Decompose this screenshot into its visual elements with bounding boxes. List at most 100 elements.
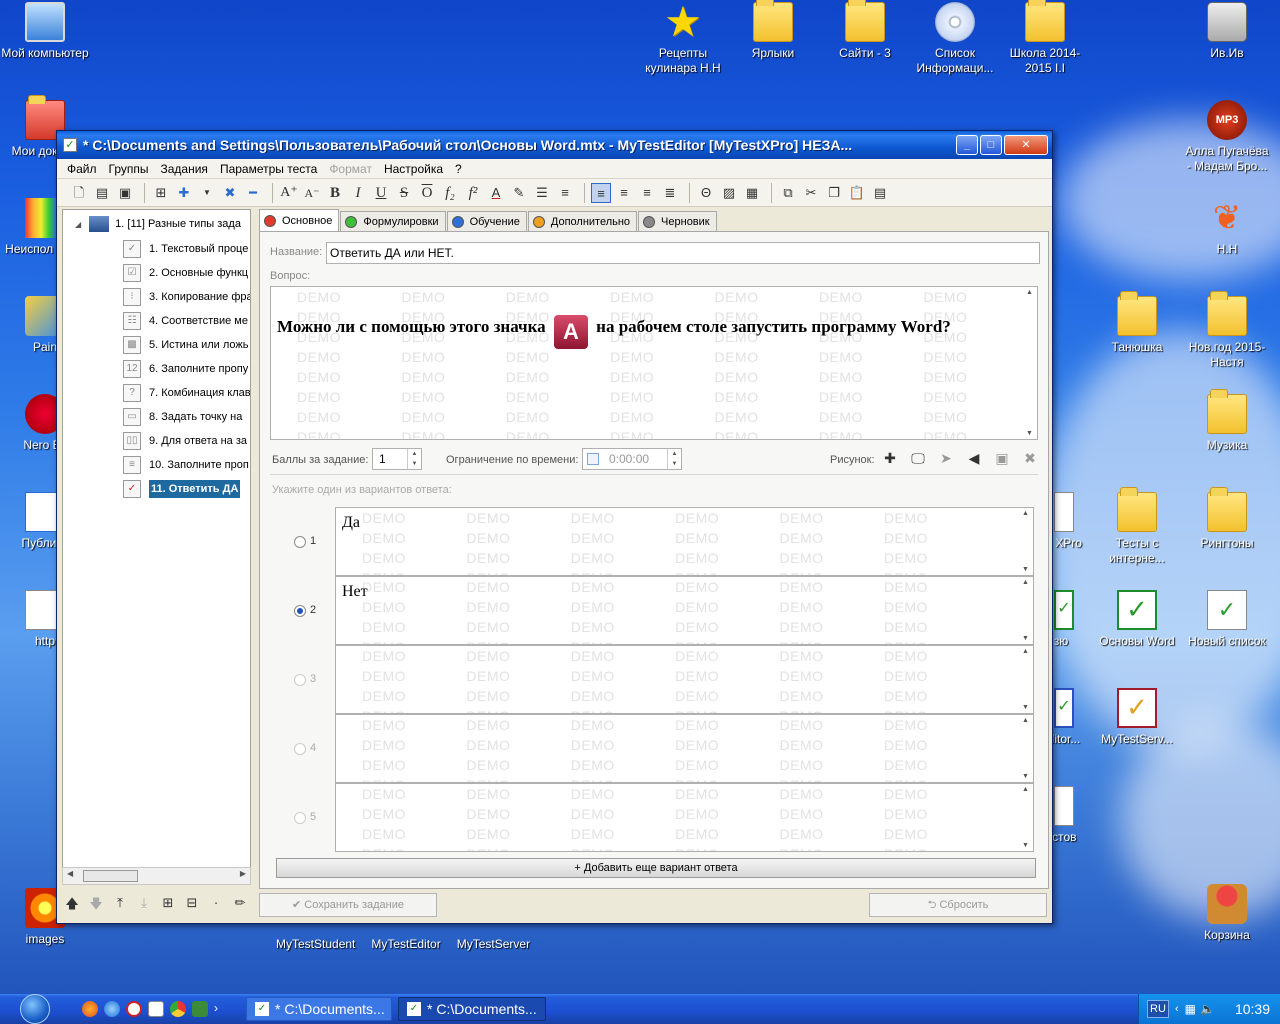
task-tree[interactable]: ◢ 1. [11] Разные типы зада ✓ 1. Текстовый… <box>62 209 251 885</box>
shortcut-mytest-student[interactable]: MyTestStudent <box>276 937 355 951</box>
italic-icon[interactable]: I <box>348 183 368 203</box>
font-increase-icon[interactable]: A⁺ <box>279 183 299 203</box>
tab-additional[interactable]: Дополнительно <box>527 211 638 231</box>
paste-special-icon[interactable]: ▤ <box>870 183 890 203</box>
language-indicator[interactable]: RU <box>1147 1000 1169 1018</box>
bold-icon[interactable]: B <box>325 183 345 203</box>
move-down-icon[interactable]: 🡇 <box>86 895 106 913</box>
tree-item-selected[interactable]: ✓ 11. Ответить ДА <box>123 478 241 500</box>
tree-item[interactable]: ✓ 1. Текстовый проце <box>123 238 248 260</box>
tree-horizontal-scrollbar[interactable]: ◀ ▶ <box>62 867 251 885</box>
expand-all-icon[interactable]: ⊞ <box>158 895 178 913</box>
shortcut-mytest-editor[interactable]: MyTestEditor <box>371 937 440 951</box>
time-limit-spinner[interactable]: 0:00:00 ▲ ▼ <box>582 448 682 470</box>
desktop-icon-recipes[interactable]: ★ Рецепты кулинара Н.Н <box>638 1 728 76</box>
tab-draft[interactable]: Черновик <box>638 211 717 231</box>
save-task-button[interactable]: ✔ Сохранить задание <box>259 893 437 917</box>
desktop-icon-iv[interactable]: Ив.Ив <box>1182 2 1272 61</box>
screen-picture-icon[interactable]: 🖵 <box>908 450 928 467</box>
menu-settings[interactable]: Настройка <box>378 162 449 176</box>
desktop-icon-music[interactable]: Музика <box>1182 389 1272 453</box>
desktop-icon-mytestserver[interactable]: ✓ MyTestServ... <box>1092 688 1182 747</box>
question-editor[interactable]: DEMO DEMO DEMO DEMO DEMO DEMO DEMO DEMO … <box>270 286 1038 440</box>
desktop-icon-ringtones[interactable]: Рингтоны <box>1182 487 1272 551</box>
menu-tasks[interactable]: Задания <box>155 162 214 176</box>
pencil-icon[interactable]: ✏ <box>230 895 250 913</box>
add-group-icon[interactable]: ⊞ <box>151 183 171 203</box>
desktop-icon-new-year[interactable]: Нов.год 2015-Настя <box>1182 291 1272 370</box>
collapse-all-icon[interactable]: ⊟ <box>182 895 202 913</box>
dropdown-arrow-icon[interactable]: ▼ <box>197 183 217 203</box>
tree-item[interactable]: ▭ 8. Задать точку на <box>123 406 242 428</box>
answer-radio[interactable] <box>294 812 306 824</box>
answer-radio-selected[interactable] <box>294 605 306 617</box>
tree-item[interactable]: 12 6. Заполните пропу <box>123 358 248 380</box>
tree-item[interactable]: ☷ 4. Соответствие ме <box>123 310 248 332</box>
tree-item[interactable]: ☑ 2. Основные функц <box>123 262 248 284</box>
symbol-icon[interactable]: Θ <box>696 183 716 203</box>
answer-editor[interactable]: DEMO DEMO DEMO DEMO DEMO DEMO DEMO DEMO … <box>335 576 1034 645</box>
answer-radio[interactable] <box>294 743 306 755</box>
task-name-input[interactable]: Ответить ДА или НЕТ. <box>326 242 1040 264</box>
opera-icon[interactable] <box>126 1001 142 1017</box>
ie-icon[interactable] <box>104 1001 120 1017</box>
move-up-icon[interactable]: 🡅 <box>62 895 82 913</box>
answer-scrollbar[interactable] <box>1019 577 1033 644</box>
delete-icon[interactable]: ✖ <box>220 183 240 203</box>
menu-help[interactable]: ? <box>449 162 468 176</box>
shortcut-mytest-server[interactable]: MyTestServer <box>457 937 530 951</box>
picture-forward-icon[interactable]: ➤ <box>936 450 956 467</box>
strikethrough-icon[interactable]: S <box>394 183 414 203</box>
align-left-icon[interactable]: ≡ <box>591 182 611 203</box>
menu-file[interactable]: Файл <box>61 162 103 176</box>
add-task-icon[interactable]: ✚ <box>174 183 194 203</box>
align-center-icon[interactable]: ≡ <box>614 183 634 203</box>
overline-icon[interactable]: O <box>417 183 437 203</box>
save-picture-icon[interactable]: ▣ <box>992 450 1012 467</box>
taskbar-item-active[interactable]: ✓ * C:\Documents... <box>398 997 546 1021</box>
tree-item[interactable]: ≡ 10. Заполните проп <box>123 454 249 476</box>
tree-item[interactable]: ▩ 5. Истина или ложь <box>123 334 248 356</box>
chevron-left-icon[interactable]: ‹ <box>1175 1003 1179 1015</box>
add-picture-icon[interactable]: ✚ <box>880 450 900 467</box>
network-icon[interactable]: ▦ <box>1185 1002 1196 1016</box>
dot-icon[interactable]: · <box>206 895 226 913</box>
insert-table-icon[interactable]: ▦ <box>742 183 762 203</box>
answer-scrollbar[interactable] <box>1019 715 1033 782</box>
question-scrollbar[interactable] <box>1023 287 1037 439</box>
scroll-thumb[interactable] <box>83 870 138 882</box>
new-file-icon[interactable]: 🗋 <box>69 183 89 203</box>
move-top-icon[interactable]: ⤒ <box>110 895 130 913</box>
bullet-list-icon[interactable]: ☰ <box>532 183 552 203</box>
spinner-arrows-icon[interactable]: ▲ ▼ <box>667 449 681 469</box>
scroll-left-icon[interactable]: ◀ <box>67 869 73 878</box>
firefox-icon[interactable] <box>82 1001 98 1017</box>
volume-icon[interactable]: 🔈 <box>1200 1002 1215 1016</box>
picture-back-icon[interactable]: ◀ <box>964 450 984 467</box>
desktop-icon-recycle-bin[interactable]: Корзина <box>1182 884 1272 943</box>
remove-icon[interactable]: ━ <box>243 183 263 203</box>
menu-test-params[interactable]: Параметры теста <box>214 162 323 176</box>
desktop-icon-new-list[interactable]: ✓ Новый список <box>1182 590 1272 649</box>
answer-editor[interactable]: DEMO DEMO DEMO DEMO DEMO DEMO DEMO DEMO … <box>335 714 1034 783</box>
maximize-button[interactable]: □ <box>980 135 1002 155</box>
close-button[interactable]: ✕ <box>1004 135 1048 155</box>
answer-scrollbar[interactable] <box>1019 508 1033 575</box>
desktop-icon-internet-tests[interactable]: Тесты с интерне... <box>1092 487 1182 566</box>
answer-scrollbar[interactable] <box>1019 784 1033 851</box>
answer-scrollbar[interactable] <box>1019 646 1033 713</box>
copy-format-icon[interactable]: ⧉ <box>778 183 798 203</box>
answer-editor[interactable]: DEMO DEMO DEMO DEMO DEMO DEMO DEMO DEMO … <box>335 645 1034 714</box>
tab-training[interactable]: Обучение <box>446 211 527 231</box>
cut-icon[interactable]: ✂ <box>801 183 821 203</box>
desktop-icon-school[interactable]: Школа 2014-2015 І.І <box>1000 0 1090 76</box>
chevron-right-icon[interactable]: › <box>214 1001 224 1017</box>
answer-radio[interactable] <box>294 536 306 548</box>
taskbar-item[interactable]: ✓ * C:\Documents... <box>246 997 392 1021</box>
score-spinner[interactable]: 1 ▲ ▼ <box>372 448 422 470</box>
tree-item[interactable]: ▯▯ 9. Для ответа на за <box>123 430 247 452</box>
desktop-icon-mp3[interactable]: MP3 Алла Пугачёва - Мадам Бро... <box>1182 100 1272 174</box>
answer-radio[interactable] <box>294 674 306 686</box>
paste-icon[interactable]: 📋 <box>847 183 867 203</box>
insert-image-icon[interactable]: ▨ <box>719 183 739 203</box>
